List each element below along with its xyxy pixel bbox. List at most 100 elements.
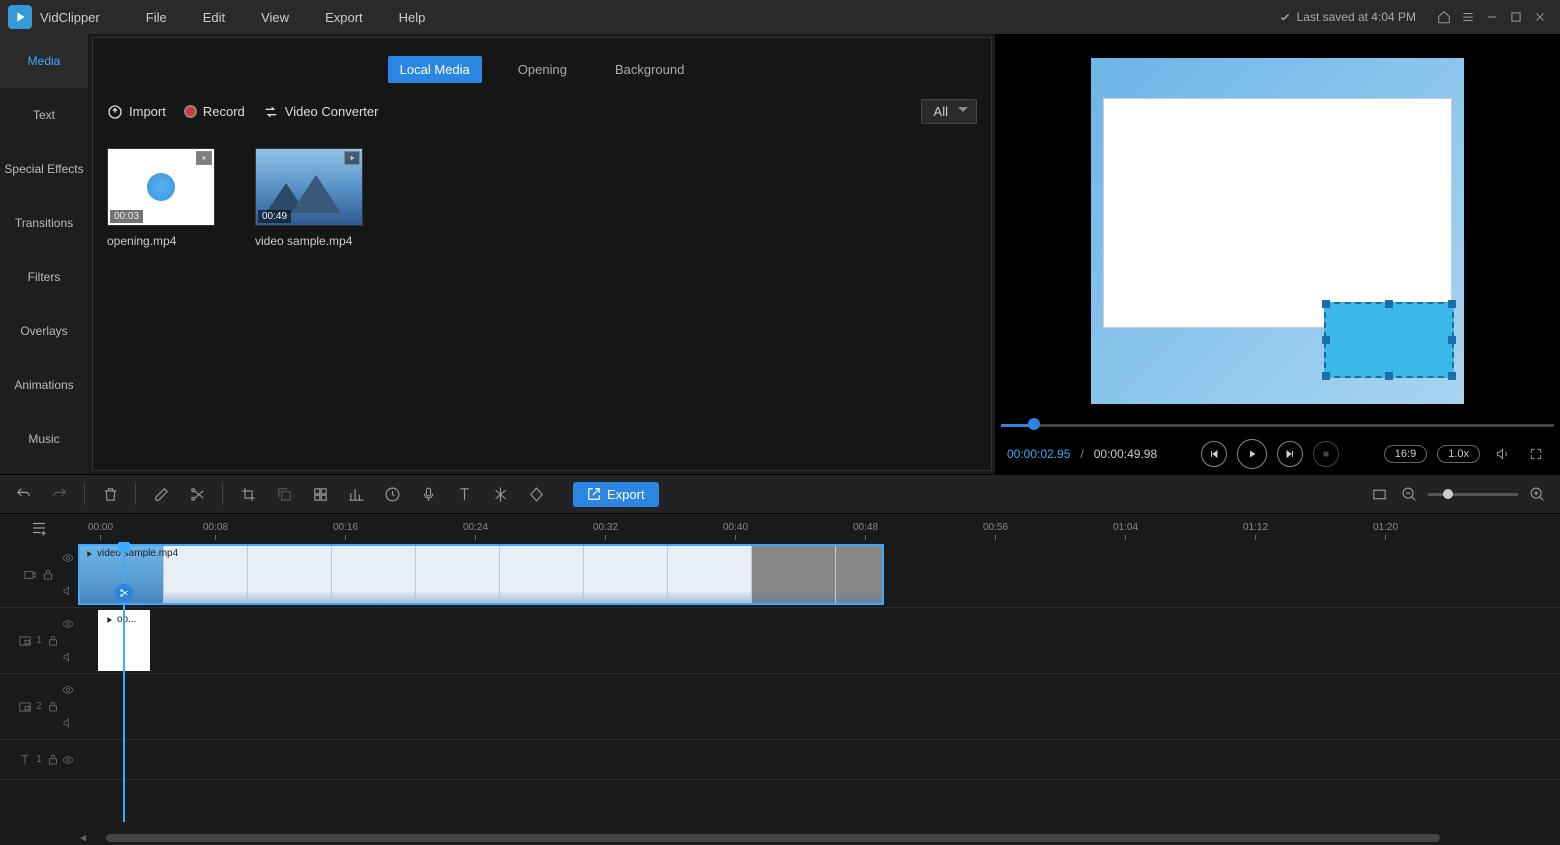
clip-duration: 00:49 [258,210,291,223]
visibility-icon[interactable] [62,618,74,630]
menu-file[interactable]: File [128,10,185,25]
undo-icon[interactable] [12,483,34,505]
stats-icon[interactable] [345,483,367,505]
edit-icon[interactable] [150,483,172,505]
sidebar-text[interactable]: Text [0,88,88,142]
tab-local-media[interactable]: Local Media [388,56,482,83]
resize-handle[interactable] [1385,372,1393,380]
clip-add-icon[interactable] [196,151,212,165]
stop-button[interactable] [1313,441,1339,467]
voiceover-icon[interactable] [417,483,439,505]
tracks: video sample.mp4 op... [78,542,1560,780]
scrubber-knob[interactable] [1028,418,1040,430]
export-button[interactable]: Export [573,482,659,507]
sidebar-overlays[interactable]: Overlays [0,304,88,358]
ruler-tick: 00:00 [88,522,113,540]
zoom-knob[interactable] [1443,489,1453,499]
next-frame-button[interactable] [1277,441,1303,467]
resize-handle[interactable] [1448,336,1456,344]
speed-icon[interactable] [381,483,403,505]
sidebar-filters[interactable]: Filters [0,250,88,304]
track-header-pip2[interactable]: 2 [0,674,78,740]
speed-button[interactable]: 1.0x [1437,445,1480,463]
visibility-icon[interactable] [62,754,74,766]
sidebar-animations[interactable]: Animations [0,358,88,412]
media-clip[interactable]: 00:03 opening.mp4 [107,148,215,248]
mute-icon[interactable] [62,717,74,729]
video-converter-button[interactable]: Video Converter [263,104,379,120]
track-pip2[interactable] [78,674,1560,740]
preview-scrubber[interactable] [1001,414,1554,434]
resize-handle[interactable] [1322,336,1330,344]
home-icon[interactable] [1432,5,1456,29]
mosaic-icon[interactable] [309,483,331,505]
delete-icon[interactable] [99,483,121,505]
scroll-left-icon[interactable]: ◄ [78,833,90,844]
freeze-icon[interactable] [489,483,511,505]
close-icon[interactable] [1528,5,1552,29]
menu-export[interactable]: Export [307,10,381,25]
minimize-icon[interactable] [1480,5,1504,29]
sidebar-transitions[interactable]: Transitions [0,196,88,250]
crop-icon[interactable] [237,483,259,505]
timeline-scrollbar[interactable]: ◄ [0,831,1560,845]
preview-canvas[interactable] [1091,58,1464,404]
scroll-thumb[interactable] [106,834,1440,842]
track-area: 1 2 1 [0,542,1560,780]
resize-handle[interactable] [1385,300,1393,308]
fit-icon[interactable] [1368,483,1390,505]
track-text[interactable] [78,740,1560,780]
import-button[interactable]: Import [107,104,166,120]
timeline-ruler[interactable]: 00:00 00:08 00:16 00:24 00:32 00:40 00:4… [78,514,1560,542]
redo-icon[interactable] [48,483,70,505]
selection-box[interactable] [1324,302,1454,378]
mute-icon[interactable] [62,585,74,597]
zoom-slider[interactable] [1428,493,1518,496]
visibility-icon[interactable] [62,684,74,696]
text-tool-icon[interactable] [453,483,475,505]
playhead[interactable] [123,542,125,822]
resize-handle[interactable] [1322,300,1330,308]
play-button[interactable] [1237,439,1267,469]
visibility-icon[interactable] [62,552,74,564]
resize-handle[interactable] [1448,300,1456,308]
keyframe-icon[interactable] [525,483,547,505]
sidebar-media[interactable]: Media [0,34,88,88]
copy-icon[interactable] [273,483,295,505]
record-button[interactable]: Record [184,104,245,119]
resize-handle[interactable] [1322,372,1330,380]
tab-opening[interactable]: Opening [506,56,579,83]
sidebar-special-effects[interactable]: Special Effects [0,142,88,196]
mute-icon[interactable] [62,651,74,663]
menu-view[interactable]: View [243,10,307,25]
track-video[interactable]: video sample.mp4 [78,542,1560,608]
volume-icon[interactable] [1490,442,1514,466]
add-track-button[interactable] [0,514,78,542]
track-pip1[interactable]: op... [78,608,1560,674]
menu-edit[interactable]: Edit [185,10,243,25]
track-header-text[interactable]: 1 [0,740,78,780]
split-icon[interactable] [186,483,208,505]
hamburger-icon[interactable] [1456,5,1480,29]
clip-add-icon[interactable] [344,151,360,165]
track-header-pip1[interactable]: 1 [0,608,78,674]
media-clip[interactable]: 00:49 video sample.mp4 [255,148,363,248]
playhead-split-icon[interactable] [115,584,133,602]
tab-background[interactable]: Background [603,56,696,83]
zoom-in-icon[interactable] [1526,483,1548,505]
media-tabs: Local Media Opening Background [93,38,991,93]
track-header-video[interactable] [0,542,78,608]
media-toolbar: Import Record Video Converter All [93,93,991,130]
timeline-toolbar: Export [0,474,1560,514]
prev-frame-button[interactable] [1201,441,1227,467]
resize-handle[interactable] [1448,372,1456,380]
maximize-icon[interactable] [1504,5,1528,29]
zoom-out-icon[interactable] [1398,483,1420,505]
fullscreen-icon[interactable] [1524,442,1548,466]
timeline-clip[interactable]: video sample.mp4 [78,544,884,605]
media-filter-dropdown[interactable]: All [921,99,977,124]
menu-help[interactable]: Help [381,10,444,25]
aspect-ratio-button[interactable]: 16:9 [1384,445,1427,463]
app-logo [8,5,32,29]
sidebar-music[interactable]: Music [0,412,88,466]
